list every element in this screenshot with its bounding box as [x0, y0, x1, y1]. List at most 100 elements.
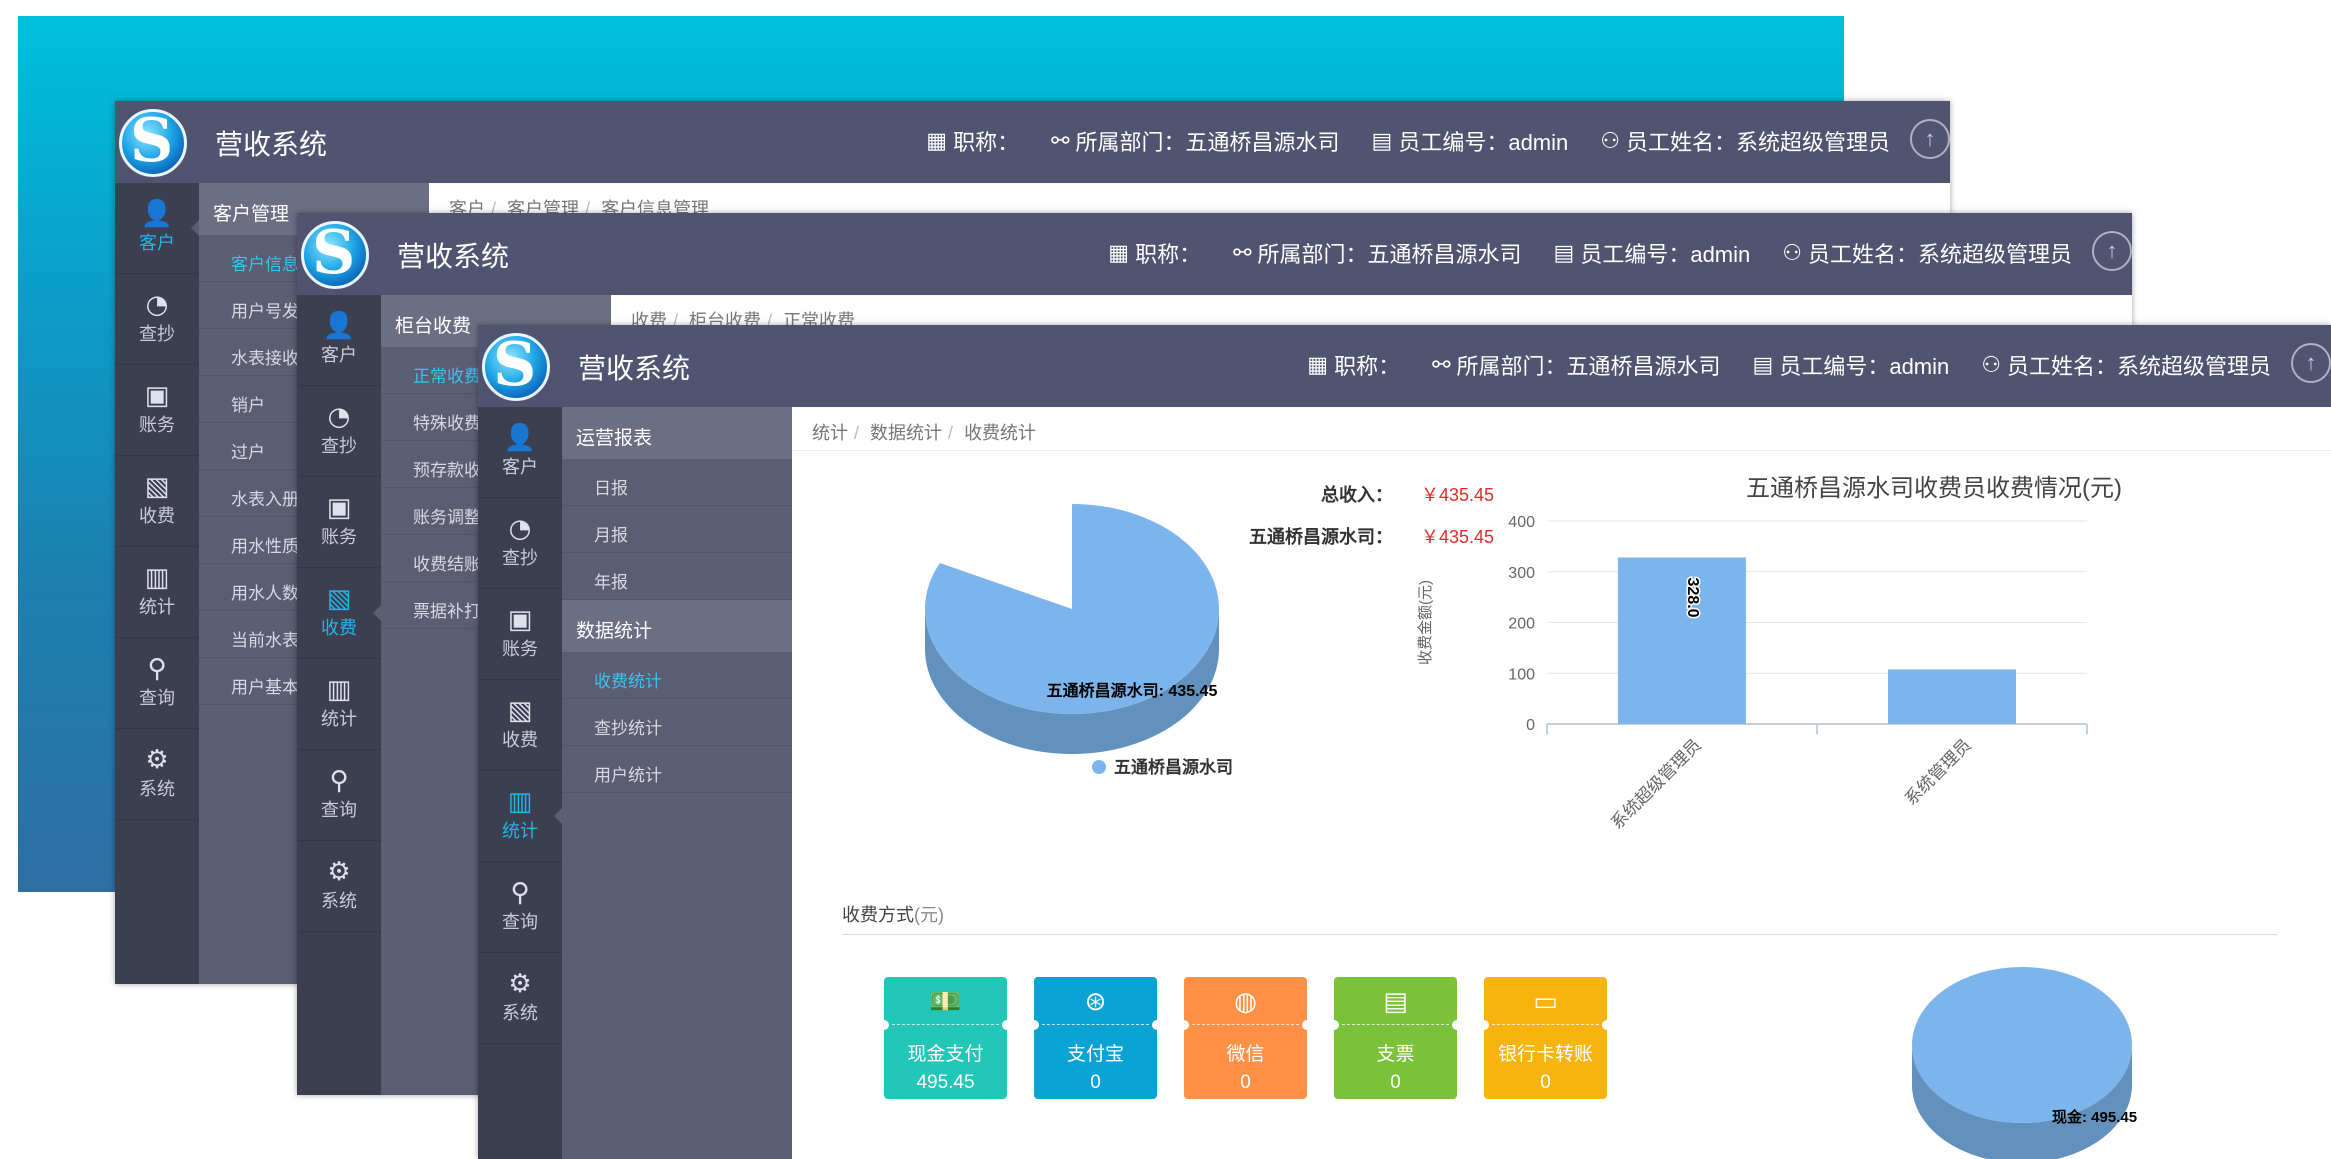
title-label: 职称：: [1334, 354, 1401, 379]
nav-stats[interactable]: ▥ 统计: [115, 547, 199, 638]
nav-label: 客户: [139, 233, 175, 253]
side-nav: 👤 客户 ◔ 查抄 ▣ 账务 ▧ 收费 ▥ 统计 ⚲ 查询 ⚙ 系统: [115, 183, 200, 984]
header-info: ▦ 职称： ⚯ 所属部门：五通桥昌源水司 ▤ 员工编号：admin ⚇ 员工姓名：系统超…: [926, 125, 1890, 157]
payment-label: 银行卡转账: [1497, 1044, 1593, 1065]
sub-menu-title[interactable]: 运营报表: [562, 407, 792, 459]
legend-label: 五通桥昌源水司: [1114, 757, 1233, 777]
sub-menu-title[interactable]: 数据统计: [562, 600, 792, 652]
payment-card-wechat[interactable]: ◍ 微信 0: [1179, 977, 1312, 1099]
top-bar: S 营收系统 ▦ 职称： ⚯ 所属部门：五通桥昌源水司 ▤ 员工编号：admin ⚇ 员…: [297, 213, 2132, 295]
nav-customer[interactable]: 👤 客户: [115, 183, 200, 274]
bar-chart-title: 五通桥昌源水司收费员收费情况(元): [1746, 475, 2122, 502]
org-icon: ⚯: [1051, 128, 1070, 154]
nav-label: 统计: [139, 597, 175, 617]
x-tick-label: 系统超级管理员: [1607, 735, 1705, 833]
nav-label: 账务: [139, 415, 175, 435]
image-icon: ▧: [507, 696, 533, 726]
gauge-icon: ◔: [508, 514, 532, 544]
nav-customer[interactable]: 👤 客户: [297, 295, 381, 386]
company-pie-chart: 五通桥昌源水司: 435.45 五通桥昌源水司: [925, 504, 1233, 777]
nav-query[interactable]: ⚲ 查询: [297, 750, 381, 841]
stats-content: 总收入： ￥435.45 五通桥昌源水司： ￥435.45 五通桥昌源水司: 435…: [802, 459, 2307, 1159]
payment-label: 现金支付: [907, 1044, 984, 1065]
empno-label: 员工编号：admin: [1779, 354, 1950, 379]
nav-label: 收费: [502, 730, 538, 750]
y-axis-label: 收费金额(元): [1417, 580, 1434, 665]
nav-stats[interactable]: ▥ 统计: [478, 771, 563, 862]
breadcrumb-item[interactable]: 数据统计: [870, 423, 942, 443]
nav-customer[interactable]: 👤 客户: [478, 407, 562, 498]
person-icon: ⚇: [1600, 128, 1620, 154]
nav-label: 统计: [321, 709, 357, 729]
header-info: ▦ 职称： ⚯ 所属部门：五通桥昌源水司 ▤ 员工编号：admin ⚇ 员工姓名：系统超…: [1108, 237, 2072, 269]
sub-menu-item[interactable]: 查抄统计: [562, 699, 792, 746]
sub-menu-item[interactable]: 收费统计: [562, 652, 792, 699]
dept-label: 所属部门：五通桥昌源水司: [1456, 354, 1721, 379]
title-label: 职称：: [1135, 242, 1202, 267]
nav-charge[interactable]: ▧ 收费: [115, 456, 199, 547]
user-icon: 👤: [503, 423, 537, 453]
nav-stats[interactable]: ▥ 统计: [297, 659, 381, 750]
breadcrumb-item[interactable]: 统计: [812, 423, 848, 443]
nav-query[interactable]: ⚲ 查询: [478, 862, 562, 953]
image-icon: ▧: [144, 472, 170, 502]
dept-label: 所属部门：五通桥昌源水司: [1257, 242, 1522, 267]
logo-icon: S: [301, 218, 369, 289]
payment-label: 微信: [1226, 1044, 1265, 1065]
upload-icon[interactable]: ↑: [2291, 343, 2331, 383]
nav-label: 账务: [321, 527, 357, 547]
alipay-icon: ⊛: [1042, 977, 1149, 1025]
nav-reading[interactable]: ◔ 查抄: [478, 498, 562, 589]
nav-query[interactable]: ⚲ 查询: [115, 638, 199, 729]
payment-card-check[interactable]: ▤ 支票 0: [1329, 977, 1462, 1099]
bar: [1618, 557, 1746, 724]
nav-account[interactable]: ▣ 账务: [115, 365, 199, 456]
payment-card-alipay[interactable]: ⊛ 支付宝 0: [1029, 977, 1162, 1099]
logo-icon: S: [119, 106, 187, 177]
nav-account[interactable]: ▣ 账务: [297, 477, 381, 568]
nav-reading[interactable]: ◔ 查抄: [297, 386, 381, 477]
nav-label: 客户: [321, 345, 357, 365]
pie-data-label: 五通桥昌源水司: 435.45: [1047, 681, 1218, 700]
search-icon: ⚲: [329, 766, 349, 796]
wallet-icon: ▣: [326, 493, 352, 523]
upload-icon[interactable]: ↑: [2092, 231, 2132, 271]
nav-system[interactable]: ⚙ 系统: [478, 953, 562, 1044]
sub-menu-item[interactable]: 月报: [562, 506, 792, 553]
nav-label: 查询: [321, 800, 357, 820]
nav-label: 查询: [502, 912, 538, 932]
upload-icon[interactable]: ↑: [1910, 119, 1950, 159]
org-icon: ⚯: [1432, 352, 1451, 378]
sub-menu-item[interactable]: 年报: [562, 553, 792, 600]
payment-card-bank[interactable]: ▭ 银行卡转账 0: [1479, 977, 1612, 1099]
nav-charge[interactable]: ▧ 收费: [297, 568, 382, 659]
id-icon: ▤: [1752, 352, 1774, 378]
total-value: ￥435.45: [1421, 485, 1495, 505]
nav-account[interactable]: ▣ 账务: [478, 589, 562, 680]
payment-pie-chart: 现金: 495.45: [1912, 967, 2137, 1159]
breadcrumb-item: 收费统计: [964, 423, 1037, 443]
bar-chart-icon: ▥: [326, 675, 352, 705]
nav-system[interactable]: ⚙ 系统: [297, 841, 381, 932]
payment-section-label: 收费方式: [842, 905, 914, 925]
gear-icon: ⚙: [327, 857, 351, 887]
sub-menu-item[interactable]: 用户统计: [562, 746, 792, 793]
y-tick-label: 400: [1508, 514, 1535, 531]
side-nav: 👤 客户 ◔ 查抄 ▣ 账务 ▧ 收费 ▥ 统计 ⚲ 查询 ⚙ 系统: [478, 407, 563, 1159]
payment-card-cash[interactable]: 💵 现金支付 495.45: [879, 977, 1012, 1099]
app-title: 营收系统: [578, 353, 691, 384]
bank-card-icon: ▭: [1492, 977, 1599, 1025]
gear-icon: ⚙: [508, 969, 532, 999]
nav-reading[interactable]: ◔ 查抄: [115, 274, 199, 365]
wallet-icon: ▣: [144, 381, 170, 411]
nav-label: 系统: [502, 1003, 538, 1023]
nav-charge[interactable]: ▧ 收费: [478, 680, 562, 771]
empno-label: 员工编号：admin: [1580, 242, 1751, 267]
title-label: 职称：: [953, 130, 1020, 155]
y-tick-label: 300: [1508, 565, 1535, 582]
sub-menu-item[interactable]: 日报: [562, 459, 792, 506]
bar-chart-icon: ▥: [144, 563, 170, 593]
nav-label: 账务: [502, 639, 538, 659]
nav-system[interactable]: ⚙ 系统: [115, 729, 199, 820]
dept-label: 所属部门：五通桥昌源水司: [1075, 130, 1340, 155]
